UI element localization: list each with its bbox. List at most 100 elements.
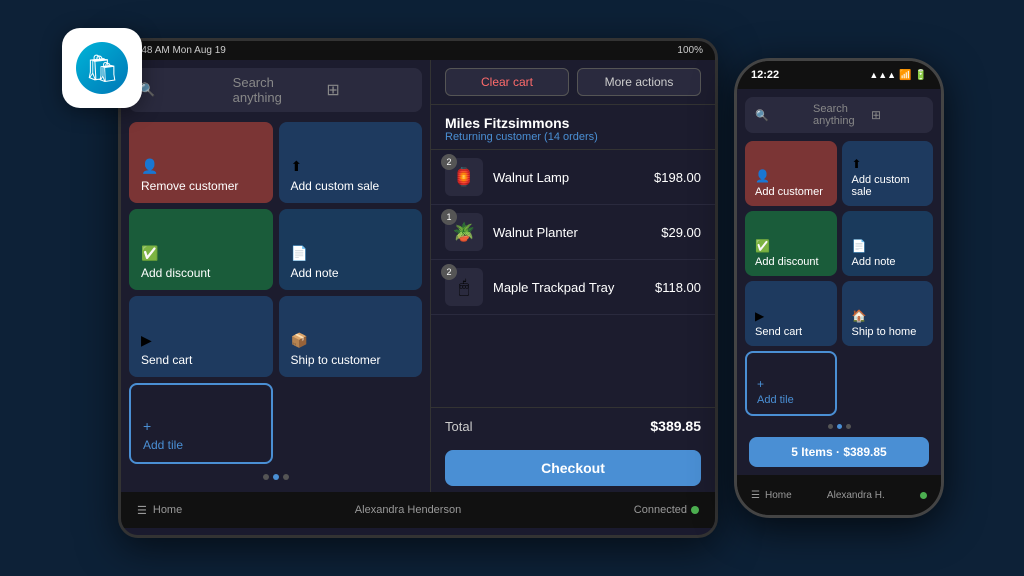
- tile-label-add-note: Add note: [291, 266, 411, 280]
- phone-tile-label-add-custom-sale: Add custom sale: [852, 174, 924, 198]
- phone-tile-add-note[interactable]: 📄 Add note: [842, 211, 934, 276]
- tablet-left-panel: 🔍 Search anything ⊞ 👤 Remove customer ⬆ …: [121, 60, 431, 492]
- search-icon: 🔍: [139, 82, 225, 98]
- phone-dot-3[interactable]: [846, 424, 851, 429]
- item-badge-2: 1: [441, 209, 457, 225]
- menu-icon: ☰: [137, 504, 147, 517]
- phone-search-input[interactable]: Search anything: [813, 103, 865, 127]
- phone-tile-add-tile[interactable]: + Add tile: [745, 351, 837, 416]
- cart-total: Total $389.85: [431, 407, 715, 444]
- phone-wifi-icon: 📶: [899, 70, 911, 81]
- phone-ship-icon: 🏠: [852, 309, 924, 323]
- item-icon-1: 🏮: [453, 167, 475, 188]
- tablet-battery: 100%: [677, 45, 703, 56]
- tablet-tile-add-note[interactable]: 📄 Add note: [279, 209, 423, 290]
- discount-icon: ✅: [141, 245, 261, 262]
- tablet-connected-dot: [691, 506, 699, 514]
- tile-label-add-custom-sale: Add custom sale: [291, 179, 411, 193]
- user-remove-icon: 👤: [141, 158, 261, 175]
- tile-label-add-discount: Add discount: [141, 266, 261, 280]
- total-amount: $389.85: [650, 418, 701, 434]
- phone-upload-icon: ⬆: [852, 157, 924, 171]
- item-name-2: Walnut Planter: [493, 225, 651, 240]
- tablet-time: 9:48 AM Mon Aug 19: [133, 45, 226, 56]
- cart-header: Clear cart More actions: [431, 60, 715, 105]
- phone-tile-add-customer[interactable]: 👤 Add customer: [745, 141, 837, 206]
- tablet-tile-add-tile[interactable]: + Add tile: [129, 383, 273, 464]
- phone-tile-grid: 👤 Add customer ⬆ Add custom sale ✅ Add d…: [745, 141, 933, 416]
- item-thumb-2: 🪴 1: [445, 213, 483, 251]
- checkout-button[interactable]: Checkout: [445, 450, 701, 486]
- phone-menu-icon: ☰: [751, 490, 760, 501]
- phone-search-bar[interactable]: 🔍 Search anything ⊞: [745, 97, 933, 133]
- phone-dot-1[interactable]: [828, 424, 833, 429]
- item-name-1: Walnut Lamp: [493, 170, 644, 185]
- phone-note-icon: 📄: [852, 239, 924, 253]
- svg-text:🛍: 🛍: [85, 53, 119, 83]
- tablet-tile-add-custom-sale[interactable]: ⬆ Add custom sale: [279, 122, 423, 203]
- customer-info: Miles Fitzsimmons Returning customer (14…: [431, 105, 715, 150]
- page-dot-3[interactable]: [283, 474, 289, 480]
- item-thumb-1: 🏮 2: [445, 158, 483, 196]
- tablet-tile-remove-customer[interactable]: 👤 Remove customer: [129, 122, 273, 203]
- tablet-tile-send-cart[interactable]: ▶ Send cart: [129, 296, 273, 377]
- item-icon-3: 🖱: [459, 277, 470, 298]
- phone-signal-icon: ▲▲▲: [869, 70, 896, 80]
- tablet-home-label[interactable]: Home: [153, 504, 182, 516]
- page-dot-2[interactable]: [273, 474, 279, 480]
- shopify-logo: 🛍: [62, 28, 142, 108]
- phone-tile-add-discount[interactable]: ✅ Add discount: [745, 211, 837, 276]
- tablet-status-label: Connected: [634, 504, 687, 516]
- phone-home-label[interactable]: Home: [765, 490, 792, 501]
- tablet-user-label: Alexandra Henderson: [355, 504, 461, 516]
- phone-scan-icon: ⊞: [871, 108, 923, 122]
- phone-battery-icon: 🔋: [915, 70, 927, 81]
- tablet-right-panel: Clear cart More actions Miles Fitzsimmon…: [431, 60, 715, 492]
- tile-label-ship-to-customer: Ship to customer: [291, 353, 411, 367]
- tablet-tile-ship-to-customer[interactable]: 📦 Ship to customer: [279, 296, 423, 377]
- upload-icon: ⬆: [291, 158, 411, 175]
- phone-content: 🔍 Search anything ⊞ 👤 Add customer ⬆ Add…: [737, 89, 941, 475]
- scan-icon: ⊞: [326, 80, 412, 100]
- tablet-connection-status: Connected: [634, 504, 699, 516]
- tablet-status-bar: 9:48 AM Mon Aug 19 100%: [121, 41, 715, 60]
- phone-tile-ship-to-home[interactable]: 🏠 Ship to home: [842, 281, 934, 346]
- phone: 12:22 ▲▲▲ 📶 🔋 🔍 Search anything ⊞ 👤 Add …: [734, 58, 944, 518]
- phone-checkout-button[interactable]: 5 Items · $389.85: [749, 437, 929, 467]
- phone-send-icon: ▶: [755, 309, 827, 323]
- tablet-bottom-bar: ☰ Home Alexandra Henderson Connected: [121, 492, 715, 528]
- total-label: Total: [445, 419, 472, 434]
- tablet-tile-add-discount[interactable]: ✅ Add discount: [129, 209, 273, 290]
- page-dot-1[interactable]: [263, 474, 269, 480]
- phone-tile-add-custom-sale[interactable]: ⬆ Add custom sale: [842, 141, 934, 206]
- phone-tile-label-add-discount: Add discount: [755, 256, 827, 268]
- cart-item-3: 🖱 2 Maple Trackpad Tray $118.00: [431, 260, 715, 315]
- item-icon-2: 🪴: [453, 222, 475, 243]
- tablet-tile-grid: 👤 Remove customer ⬆ Add custom sale ✅ Ad…: [129, 122, 422, 464]
- clear-cart-button[interactable]: Clear cart: [445, 68, 569, 96]
- tablet-search-bar[interactable]: 🔍 Search anything ⊞: [129, 68, 422, 112]
- phone-bottom-bar: ☰ Home Alexandra H.: [737, 475, 941, 515]
- item-thumb-3: 🖱 2: [445, 268, 483, 306]
- tablet-search-input[interactable]: Search anything: [233, 75, 319, 105]
- item-price-2: $29.00: [661, 225, 701, 240]
- tile-label-add-tile: Add tile: [143, 438, 259, 452]
- phone-status-icons: ▲▲▲ 📶 🔋: [869, 70, 927, 81]
- more-actions-button[interactable]: More actions: [577, 68, 701, 96]
- tablet-page-dots: [129, 470, 422, 484]
- item-name-3: Maple Trackpad Tray: [493, 280, 645, 295]
- phone-user-label: Alexandra H.: [827, 490, 885, 501]
- customer-name: Miles Fitzsimmons: [445, 115, 701, 131]
- phone-page-dots: [745, 422, 933, 431]
- phone-tile-send-cart[interactable]: ▶ Send cart: [745, 281, 837, 346]
- phone-tile-label-ship-to-home: Ship to home: [852, 326, 924, 338]
- item-price-3: $118.00: [655, 280, 701, 295]
- phone-dot-2[interactable]: [837, 424, 842, 429]
- phone-discount-icon: ✅: [755, 239, 827, 253]
- cart-item-1: 🏮 2 Walnut Lamp $198.00: [431, 150, 715, 205]
- phone-add-icon: +: [757, 377, 825, 391]
- phone-search-icon: 🔍: [755, 109, 807, 122]
- phone-tile-label-send-cart: Send cart: [755, 326, 827, 338]
- phone-connected-dot: [920, 492, 927, 499]
- cart-items-list: 🏮 2 Walnut Lamp $198.00 🪴 1 Walnut Plant…: [431, 150, 715, 407]
